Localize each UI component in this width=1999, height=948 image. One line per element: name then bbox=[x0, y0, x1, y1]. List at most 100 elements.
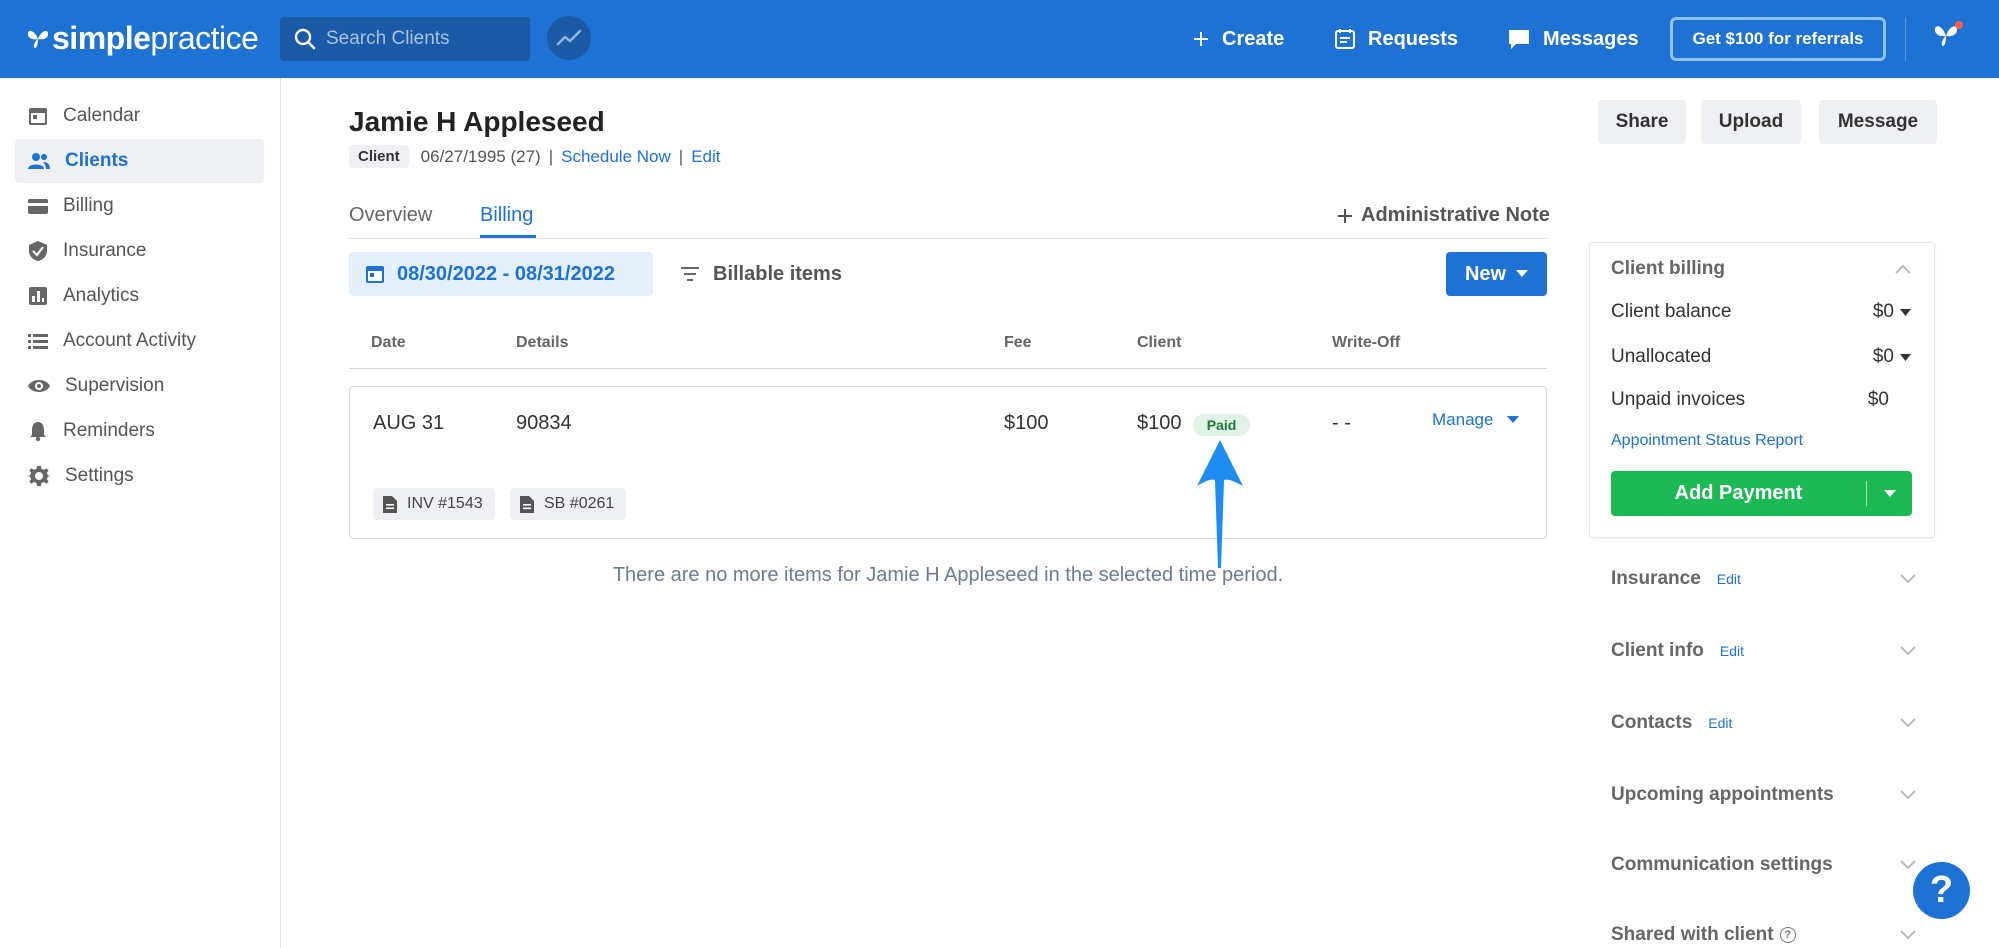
sidebar-item-insurance[interactable]: Insurance bbox=[15, 229, 264, 273]
practice-logo-icon[interactable] bbox=[1932, 20, 1966, 55]
upcoming-appointments-section[interactable]: Upcoming appointments bbox=[1611, 784, 1916, 806]
administrative-note-button[interactable]: Administrative Note bbox=[1337, 204, 1550, 227]
row-date: AUG 31 bbox=[373, 412, 445, 434]
sidebar-item-reminders[interactable]: Reminders bbox=[15, 409, 264, 453]
plus-icon bbox=[1338, 208, 1352, 223]
contacts-edit-link[interactable]: Edit bbox=[1708, 715, 1732, 731]
client-dob: 06/27/1995 (27) bbox=[420, 146, 541, 166]
calendar-icon bbox=[366, 266, 384, 283]
insurance-section-title: Insurance bbox=[1611, 568, 1701, 589]
add-payment-dropdown[interactable] bbox=[1867, 471, 1912, 516]
column-header-date: Date bbox=[371, 334, 406, 351]
new-button[interactable]: New bbox=[1446, 252, 1547, 296]
sidebar-item-settings[interactable]: Settings bbox=[15, 454, 264, 498]
simplepractice-logo[interactable]: simple practice bbox=[26, 20, 259, 57]
sidebar-item-label: Analytics bbox=[63, 285, 140, 306]
tabs-divider bbox=[349, 238, 1547, 239]
referral-button[interactable]: Get $100 for referrals bbox=[1670, 17, 1886, 61]
client-info-section[interactable]: Client info Edit bbox=[1611, 640, 1916, 662]
logo-text-bold: simple bbox=[52, 20, 151, 56]
shared-with-client-section[interactable]: Shared with client ? bbox=[1611, 924, 1916, 946]
search-box bbox=[280, 17, 530, 61]
filter-icon bbox=[681, 267, 699, 281]
client-balance-value[interactable]: $0 bbox=[1873, 301, 1911, 323]
message-button[interactable]: Message bbox=[1819, 100, 1937, 144]
insurance-section[interactable]: Insurance Edit bbox=[1611, 568, 1916, 590]
sidebar-item-billing[interactable]: Billing bbox=[15, 184, 264, 228]
requests-label: Requests bbox=[1368, 27, 1459, 50]
client-status-badge: Client bbox=[349, 145, 409, 168]
messages-button[interactable]: Messages bbox=[1507, 0, 1639, 78]
trend-line-icon bbox=[556, 29, 582, 46]
eye-icon bbox=[28, 380, 50, 392]
tab-billing[interactable]: Billing bbox=[480, 204, 533, 227]
paid-status-badge: Paid bbox=[1193, 414, 1250, 436]
create-button[interactable]: Create bbox=[1192, 0, 1284, 78]
client-billing-title[interactable]: Client billing bbox=[1611, 258, 1725, 280]
create-label: Create bbox=[1222, 27, 1285, 50]
schedule-now-link[interactable]: Schedule Now bbox=[561, 147, 671, 167]
shared-with-client-title: Shared with client bbox=[1611, 924, 1774, 945]
column-header-details: Details bbox=[516, 334, 569, 351]
sidebar-item-supervision[interactable]: Supervision bbox=[15, 364, 264, 408]
sidebar-item-label: Clients bbox=[65, 150, 129, 171]
client-balance-row: Client balance $0 bbox=[1611, 301, 1911, 323]
logo-text-light: practice bbox=[150, 20, 259, 56]
caret-down-icon bbox=[1507, 416, 1520, 423]
analytics-shortcut-button[interactable] bbox=[547, 16, 591, 60]
help-circle-icon[interactable]: ? bbox=[1779, 927, 1796, 943]
sidebar-item-label: Settings bbox=[65, 465, 134, 486]
search-input[interactable] bbox=[326, 28, 516, 50]
caret-down-icon bbox=[1883, 489, 1896, 497]
client-meta: Client 06/27/1995 (27) | Schedule Now | … bbox=[349, 145, 720, 168]
appointment-status-report-link[interactable]: Appointment Status Report bbox=[1611, 432, 1803, 450]
bar-chart-icon bbox=[29, 287, 47, 305]
client-info-edit-link[interactable]: Edit bbox=[1720, 643, 1744, 659]
manage-dropdown[interactable]: Manage bbox=[1432, 410, 1520, 430]
sidebar-item-account-activity[interactable]: Account Activity bbox=[15, 319, 264, 363]
row-details[interactable]: 90834 bbox=[516, 412, 572, 435]
client-balance-label: Client balance bbox=[1611, 301, 1732, 322]
date-range-filter[interactable]: 08/30/2022 - 08/31/2022 bbox=[349, 252, 653, 296]
insurance-edit-link[interactable]: Edit bbox=[1717, 571, 1741, 587]
empty-state-message: There are no more items for Jamie H Appl… bbox=[612, 564, 1284, 586]
help-button[interactable]: ? bbox=[1913, 862, 1970, 919]
manage-label: Manage bbox=[1432, 410, 1494, 429]
billable-items-filter[interactable]: Billable items bbox=[681, 252, 842, 296]
requests-button[interactable]: Requests bbox=[1334, 0, 1458, 78]
sidebar-item-label: Insurance bbox=[63, 240, 147, 261]
date-range-label: 08/30/2022 - 08/31/2022 bbox=[397, 262, 615, 285]
topbar-divider bbox=[1905, 17, 1906, 61]
sidebar-item-clients[interactable]: Clients bbox=[15, 139, 264, 183]
share-button[interactable]: Share bbox=[1598, 100, 1686, 144]
sidebar-item-label: Reminders bbox=[63, 420, 155, 441]
top-bar: simplepractice Create Requests bbox=[0, 0, 1999, 78]
upload-button[interactable]: Upload bbox=[1701, 100, 1801, 144]
contacts-section-title: Contacts bbox=[1611, 712, 1693, 733]
add-payment-button[interactable]: Add Payment bbox=[1611, 471, 1866, 516]
chevron-up-icon[interactable] bbox=[1895, 264, 1911, 274]
unpaid-invoices-value: $0 bbox=[1867, 389, 1889, 410]
gear-icon bbox=[27, 465, 51, 487]
chat-bubble-icon bbox=[1509, 30, 1529, 49]
administrative-note-label: Administrative Note bbox=[1361, 204, 1550, 226]
row-writeoff: - - bbox=[1332, 412, 1351, 434]
invoice-chip[interactable]: INV #1543 bbox=[373, 488, 495, 520]
tab-overview[interactable]: Overview bbox=[349, 204, 432, 227]
client-name: Jamie H Appleseed bbox=[349, 106, 605, 137]
communication-settings-section[interactable]: Communication settings bbox=[1611, 854, 1916, 876]
sidebar-item-calendar[interactable]: Calendar bbox=[15, 94, 264, 138]
invoice-label: INV #1543 bbox=[407, 495, 483, 512]
edit-client-link[interactable]: Edit bbox=[691, 147, 720, 167]
card-icon bbox=[28, 199, 48, 214]
search-icon bbox=[294, 28, 316, 50]
shield-icon bbox=[29, 241, 47, 261]
upcoming-appointments-title: Upcoming appointments bbox=[1611, 784, 1834, 805]
caret-down-icon bbox=[1516, 270, 1529, 277]
messages-label: Messages bbox=[1543, 27, 1639, 50]
contacts-section[interactable]: Contacts Edit bbox=[1611, 712, 1916, 734]
statement-chip[interactable]: SB #0261 bbox=[510, 488, 627, 520]
butterfly-icon bbox=[27, 30, 49, 48]
unallocated-value[interactable]: $0 bbox=[1873, 346, 1911, 368]
sidebar-item-analytics[interactable]: Analytics bbox=[15, 274, 264, 318]
